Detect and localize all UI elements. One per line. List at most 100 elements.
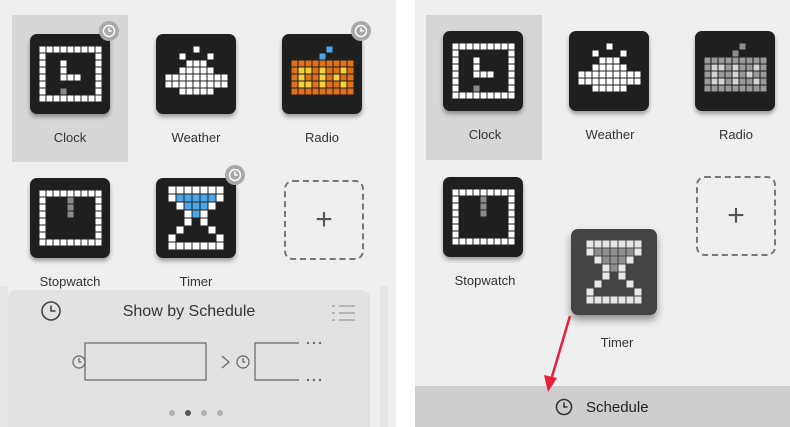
pixel <box>216 194 224 202</box>
pixel <box>179 81 186 88</box>
schedule-badge <box>351 21 371 41</box>
pixel <box>184 202 192 210</box>
pixel <box>95 46 102 53</box>
widget-timer[interactable] <box>156 178 236 258</box>
pixel <box>319 60 326 67</box>
pixel <box>186 60 193 67</box>
pixel <box>319 74 326 81</box>
pixel <box>312 74 319 81</box>
page-dot <box>217 410 223 416</box>
pixel <box>172 81 179 88</box>
pixel <box>39 211 46 218</box>
pixel <box>216 186 224 194</box>
pixel <box>326 67 333 74</box>
pixel <box>168 186 176 194</box>
pixel <box>298 60 305 67</box>
pixel <box>74 74 81 81</box>
pixel <box>95 211 102 218</box>
pixel <box>319 67 326 74</box>
pixel <box>305 81 312 88</box>
pixel <box>200 218 208 226</box>
pixel <box>67 46 74 53</box>
pixel <box>53 190 60 197</box>
pixel <box>221 81 228 88</box>
pixel <box>221 74 228 81</box>
pixel <box>200 194 208 202</box>
pixel <box>60 74 67 81</box>
pixel <box>340 88 347 95</box>
widget-weather[interactable] <box>156 34 236 114</box>
pixel <box>193 60 200 67</box>
clock-icon <box>39 46 102 102</box>
pixel <box>291 81 298 88</box>
pixel <box>208 242 216 250</box>
pixel <box>340 74 347 81</box>
pixel <box>192 202 200 210</box>
pixel <box>74 190 81 197</box>
pixel <box>74 95 81 102</box>
pixel <box>216 242 224 250</box>
pixel <box>39 67 46 74</box>
add-widget-button[interactable]: + <box>284 180 364 260</box>
pixel <box>291 60 298 67</box>
pixel <box>216 234 224 242</box>
pixel <box>39 218 46 225</box>
pixel <box>74 46 81 53</box>
pixel <box>95 225 102 232</box>
pixel <box>319 53 326 60</box>
pixel <box>333 88 340 95</box>
pixel <box>74 239 81 246</box>
pixel <box>312 81 319 88</box>
pixel <box>168 242 176 250</box>
hourglass-icon <box>168 186 224 250</box>
pixel <box>60 190 67 197</box>
pixel <box>184 186 192 194</box>
pixel <box>186 74 193 81</box>
pixel <box>172 74 179 81</box>
widget-clock[interactable] <box>30 34 110 114</box>
list-icon[interactable] <box>329 302 357 324</box>
pixel <box>67 211 74 218</box>
pixel <box>340 60 347 67</box>
pixel <box>95 88 102 95</box>
pixel <box>208 194 216 202</box>
pixel <box>46 190 53 197</box>
pixel <box>207 88 214 95</box>
widget-radio[interactable] <box>282 34 362 114</box>
pixel <box>39 74 46 81</box>
schedule-title: Show by Schedule <box>122 303 256 320</box>
pixel <box>81 95 88 102</box>
pixel <box>305 60 312 67</box>
pixel <box>60 67 67 74</box>
stopwatch-icon <box>39 190 102 246</box>
pixel <box>298 81 305 88</box>
pixel <box>53 46 60 53</box>
schedule-card[interactable]: Show by Schedule <box>8 290 370 427</box>
pixel <box>176 194 184 202</box>
pixel <box>53 95 60 102</box>
widget-label-radio: Radio <box>305 130 339 145</box>
pixel <box>200 202 208 210</box>
pixel <box>319 81 326 88</box>
pixel <box>208 202 216 210</box>
pixel <box>192 210 200 218</box>
pixel <box>291 74 298 81</box>
pixel <box>326 88 333 95</box>
pixel <box>326 74 333 81</box>
pixel <box>298 67 305 74</box>
pixel <box>193 81 200 88</box>
pixel <box>193 67 200 74</box>
widget-stopwatch[interactable] <box>30 178 110 258</box>
schedule-badge <box>99 21 119 41</box>
pixel <box>95 239 102 246</box>
pixel <box>165 74 172 81</box>
pixel <box>200 186 208 194</box>
pixel <box>333 67 340 74</box>
pixel <box>186 81 193 88</box>
pixel <box>179 88 186 95</box>
schedule-badge <box>225 165 245 185</box>
cloud-icon <box>165 46 228 95</box>
pixel <box>298 88 305 95</box>
page-dot-active <box>185 410 191 416</box>
pixel <box>193 46 200 53</box>
